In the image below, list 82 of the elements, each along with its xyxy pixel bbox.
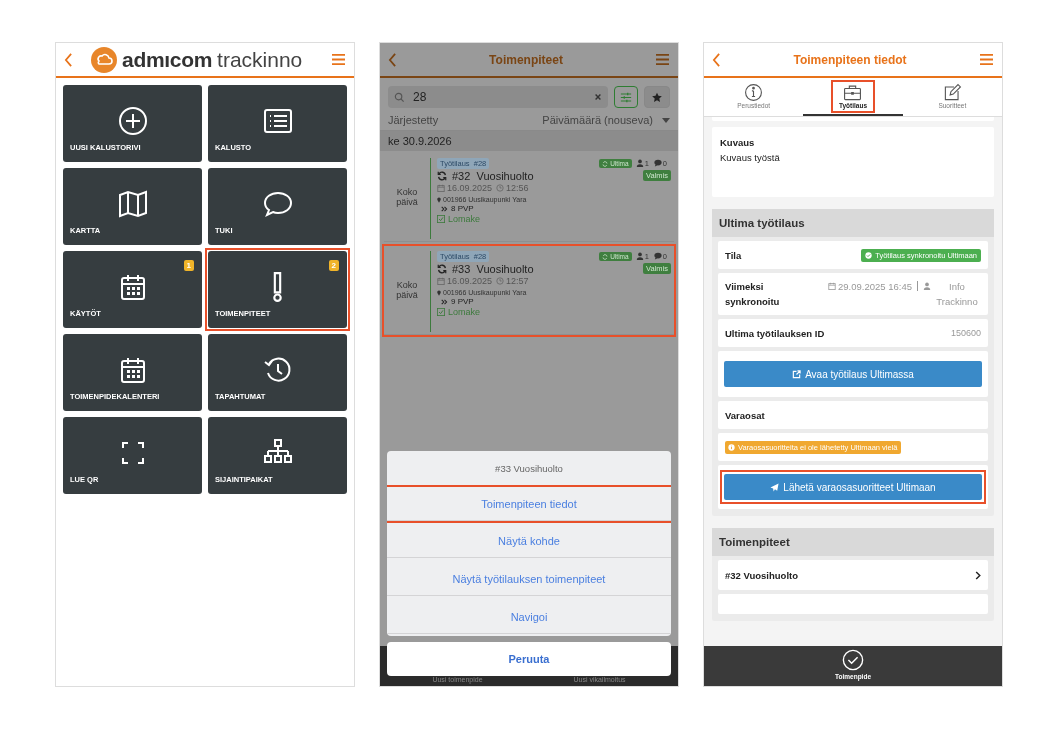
field-value: 150600 (950, 328, 981, 338)
pvp-text: 8 PVP (451, 204, 474, 213)
field-label: Tila (725, 249, 742, 261)
back-icon[interactable] (712, 52, 721, 67)
time-label: Koko päivä (395, 280, 419, 300)
menu-icon[interactable] (655, 53, 670, 66)
plus-circle-icon (116, 105, 149, 137)
cancel-button[interactable]: Peruuta (387, 642, 671, 676)
clear-icon[interactable] (594, 93, 602, 101)
cloud-logo-icon (91, 46, 117, 73)
sync-date: 29.09.2025 16:45 (838, 280, 912, 294)
favorites-button[interactable] (644, 86, 670, 108)
calendar-icon (437, 184, 445, 192)
double-chevron-icon (441, 205, 448, 212)
send-button[interactable]: Lähetä varaosasuoritteet Ultimaan (724, 474, 982, 500)
date-header: ke 30.9.2026 (380, 131, 678, 151)
edit-icon (942, 83, 962, 102)
open-button[interactable]: Avaa työtilaus Ultimassa (724, 361, 982, 387)
logo-text: trackinno (217, 47, 303, 72)
pin-icon (437, 289, 441, 296)
screen-title: Toimenpiteet (488, 52, 564, 67)
field-label: Varaosat (725, 409, 765, 421)
date-text: 16.09.2025 (447, 183, 493, 193)
caret-icon (662, 117, 670, 123)
search-icon (394, 91, 405, 103)
sync-icon (437, 171, 447, 181)
sync-icon (602, 160, 609, 167)
back-icon[interactable] (388, 52, 397, 67)
sliders-icon (620, 91, 632, 103)
item-title: #32 Vuosihuolto (452, 170, 534, 182)
briefcase-icon (843, 83, 863, 102)
double-chevron-icon (441, 298, 448, 305)
date-text: 16.09.2025 (447, 276, 493, 286)
check-circle-icon (842, 649, 864, 671)
time-label: Koko päivä (395, 187, 419, 207)
filter-button[interactable] (614, 86, 638, 108)
time-text: 12:56 (506, 183, 529, 193)
list-item[interactable]: #32 Vuosihuolto (718, 560, 988, 590)
person-icon (923, 282, 931, 290)
exclamation-icon (273, 271, 282, 303)
comment-icon (653, 159, 662, 167)
search-field[interactable]: 28 (388, 86, 608, 108)
menu-icon[interactable] (331, 53, 346, 66)
info-icon (728, 443, 735, 451)
time-text: 12:57 (506, 276, 529, 286)
paper-plane-icon (770, 482, 780, 492)
calendar-icon (437, 277, 445, 285)
checkbox-icon (437, 215, 445, 223)
map-icon (116, 188, 149, 220)
item-title: #33 Vuosihuolto (452, 263, 534, 275)
sync-icon (602, 253, 609, 260)
star-icon (651, 91, 663, 103)
screen-title: Toimenpiteen tiedot (792, 52, 908, 67)
person-icon (635, 159, 644, 167)
checkbox-icon (437, 308, 445, 316)
menu-icon[interactable] (979, 53, 994, 66)
count-badge: 2 (328, 260, 339, 271)
info-icon (744, 83, 764, 102)
clock-icon (496, 277, 505, 285)
back-icon[interactable] (64, 52, 73, 67)
external-link-icon (792, 369, 802, 379)
sheet-title: #33 Vuosihuolto (387, 451, 671, 486)
sync-user: Info Trackinno (935, 280, 979, 309)
pvp-text: 9 PVP (451, 297, 474, 306)
field-label: Kuvaus (720, 137, 756, 148)
clock-icon (496, 184, 505, 192)
field-label: Ultima työtilauksen ID (725, 327, 825, 339)
field-label: Viimeksi synkronoitu (725, 280, 781, 309)
comment-icon (653, 252, 662, 260)
description-text: Kuvaus työstä (720, 152, 781, 163)
sync-icon (437, 264, 447, 274)
section-heading: Ultima työtilaus (712, 209, 994, 237)
count-badge: 1 (183, 260, 194, 271)
section-heading: Toimenpiteet (712, 528, 994, 556)
check-circle-icon (865, 251, 873, 259)
logo-text: admıcom (122, 47, 213, 72)
chevron-right-icon (975, 570, 981, 580)
person-icon (635, 252, 644, 260)
sort-label: Järjestetty (388, 114, 439, 126)
calendar-icon (828, 282, 837, 290)
pin-icon (437, 196, 441, 203)
sort-dropdown[interactable]: Päivämäärä (nouseva) (542, 114, 670, 126)
